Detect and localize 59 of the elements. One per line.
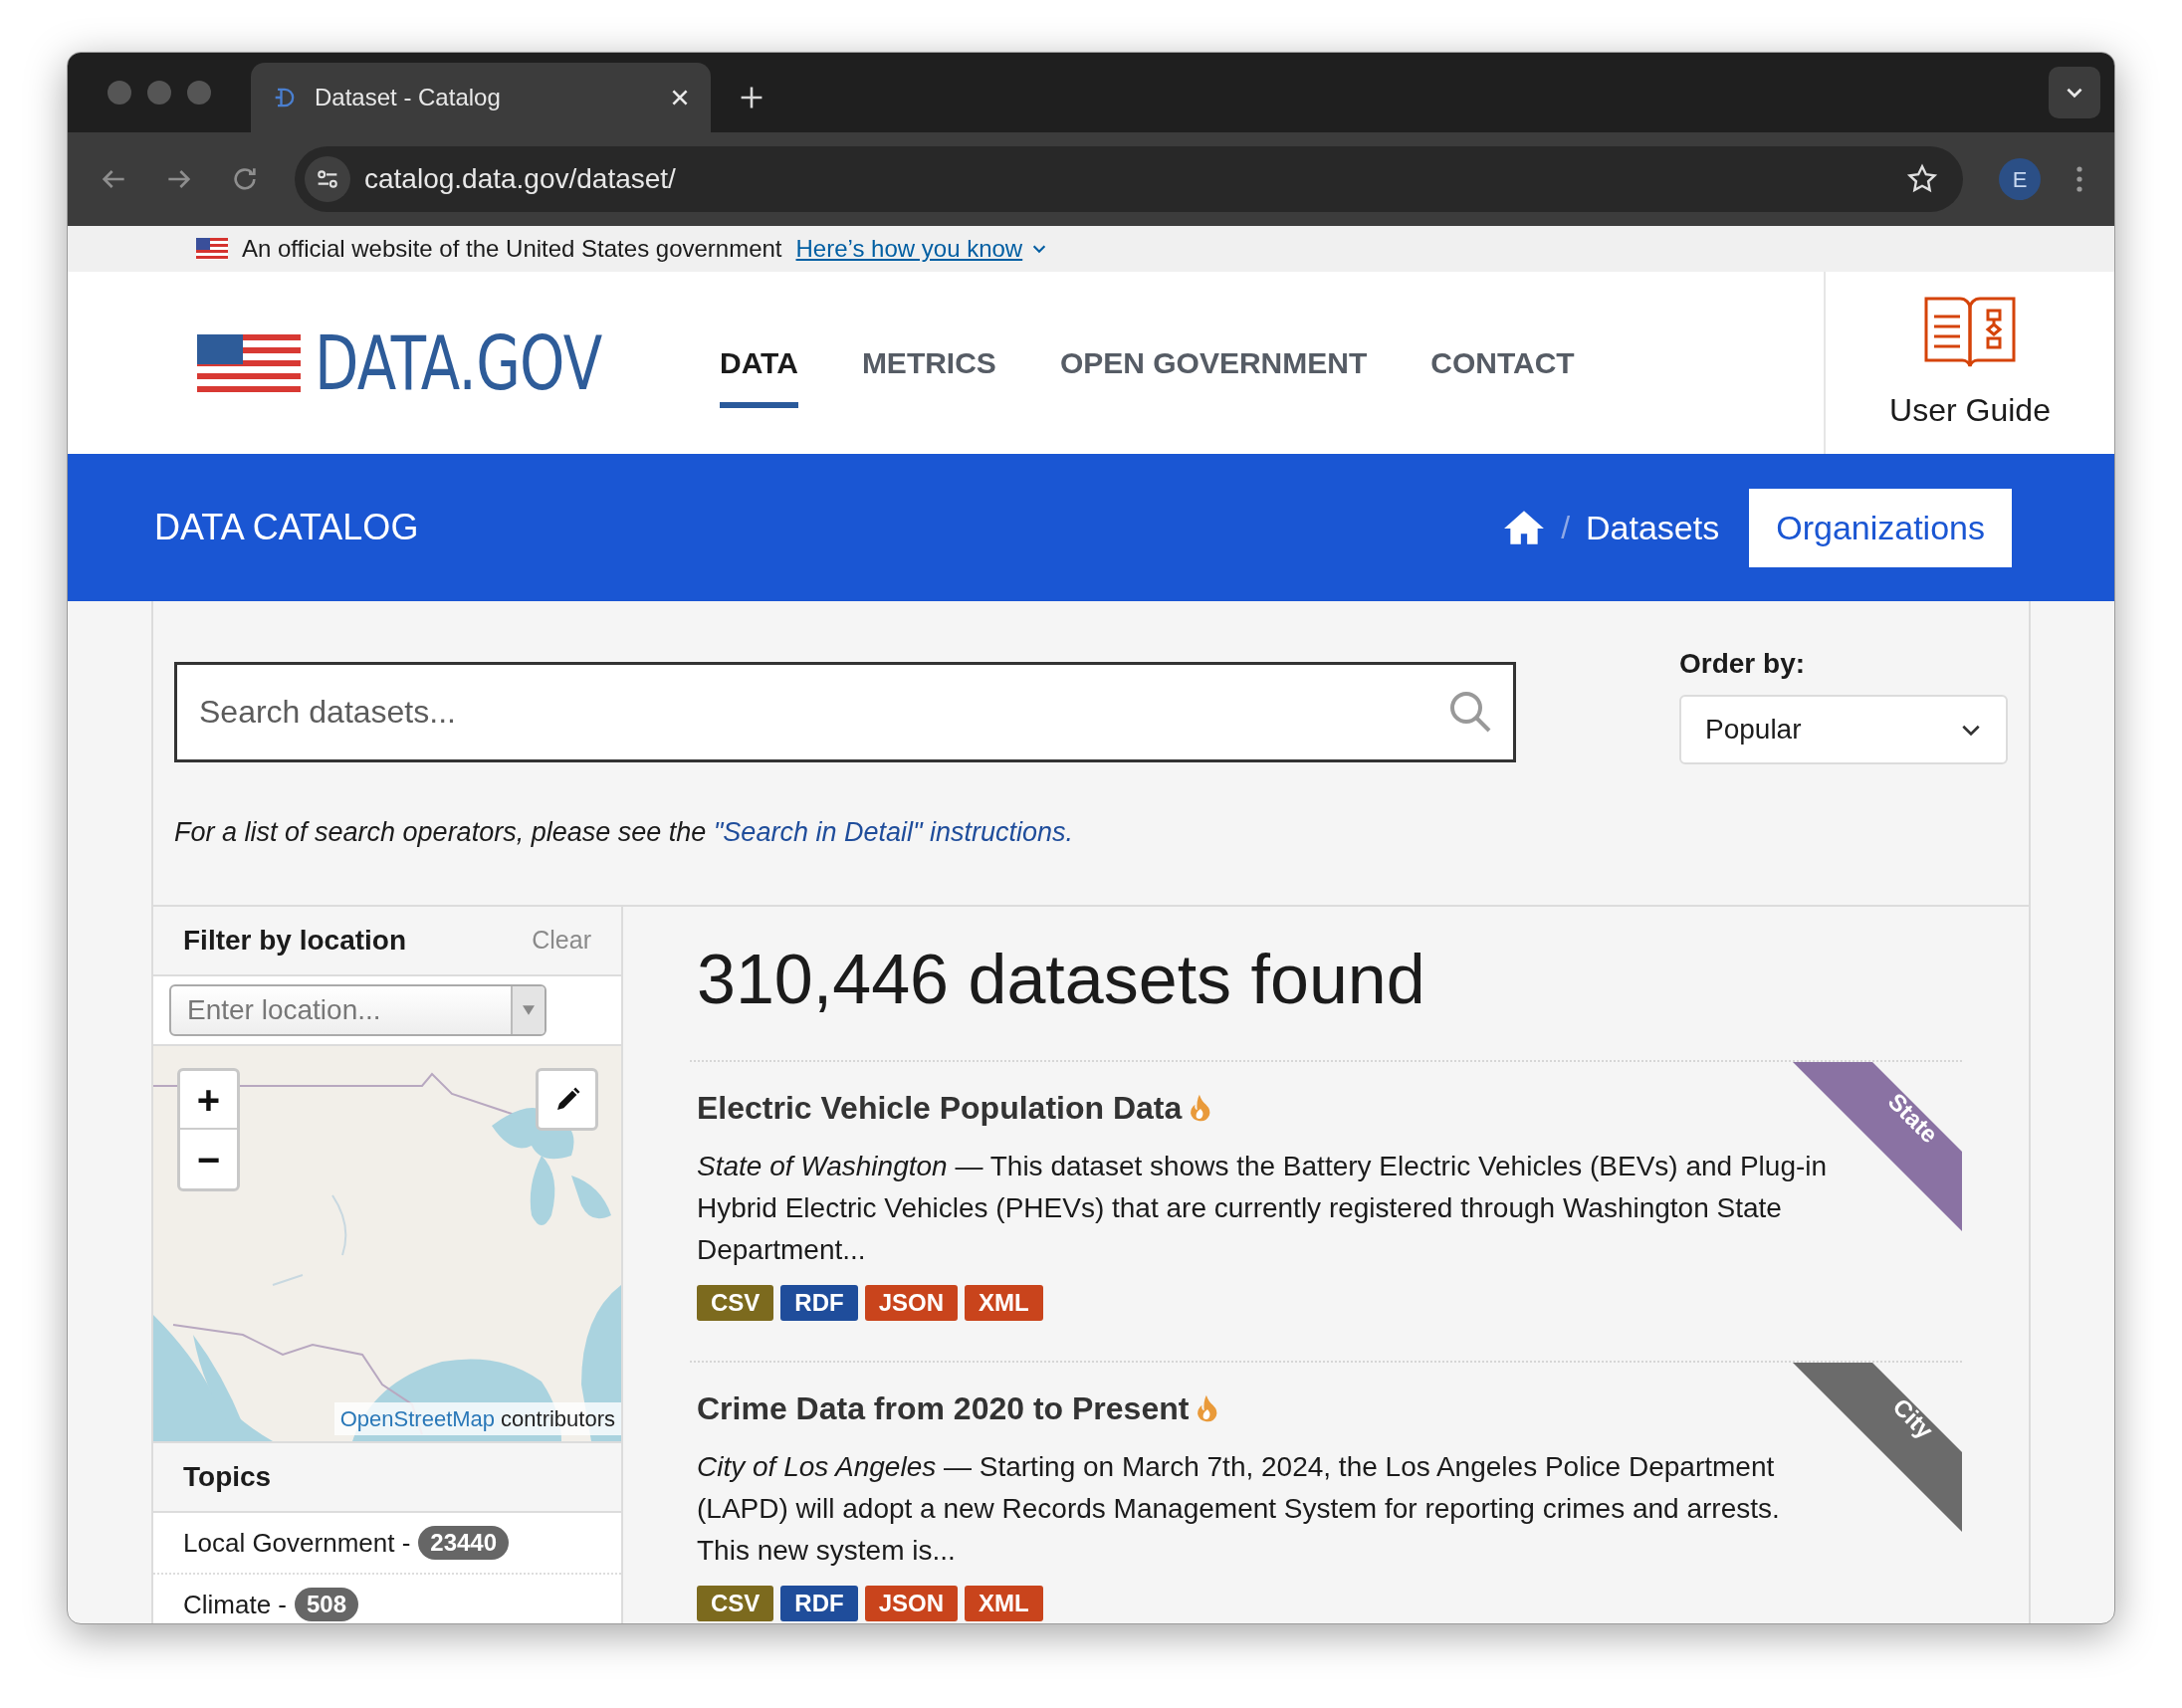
catalog-title: DATA CATALOG: [154, 506, 420, 549]
window-control-icon[interactable]: [147, 81, 171, 105]
zoom-in-button[interactable]: +: [180, 1071, 237, 1130]
dropdown-arrow-icon: [523, 1005, 535, 1015]
search-help-text: For a list of search operators, please see the "Search in Detail" instructions.: [153, 764, 2029, 907]
format-badge[interactable]: CSV: [697, 1586, 774, 1621]
format-badge[interactable]: CSV: [697, 1285, 774, 1321]
organizations-button[interactable]: Organizations: [1749, 488, 2012, 567]
dropdown-toggle[interactable]: [511, 986, 545, 1034]
topic-item[interactable]: Local Government - 23440: [153, 1513, 621, 1575]
search-icon[interactable]: [1448, 690, 1492, 734]
breadcrumb-link[interactable]: Datasets: [1586, 502, 1720, 553]
category-ribbon: City: [1793, 1363, 1962, 1532]
banner-text: An official website of the United States government: [242, 234, 782, 264]
nav-link[interactable]: OPEN GOVERNMENT: [1059, 272, 1368, 454]
browser-tab[interactable]: Dataset - Catalog: [251, 63, 711, 132]
profile-avatar[interactable]: E: [1999, 158, 2041, 200]
order-by-dropdown[interactable]: Popular: [1679, 695, 2008, 764]
format-badge[interactable]: JSON: [864, 1285, 959, 1321]
us-flag-icon: [196, 238, 228, 260]
search-in-detail-link[interactable]: "Search in Detail" instructions.: [713, 817, 1074, 847]
address-bar[interactable]: catalog.data.gov/dataset/: [295, 146, 1963, 212]
how-you-know-link[interactable]: Here’s how you know: [795, 231, 1049, 267]
filter-title: Filter by location: [183, 924, 407, 958]
format-badge[interactable]: JSON: [864, 1586, 959, 1621]
topic-item[interactable]: Climate - 508: [153, 1575, 621, 1623]
url-text: catalog.data.gov/dataset/: [364, 162, 677, 196]
location-input[interactable]: Enter location...: [169, 984, 546, 1036]
nav-link[interactable]: DATA: [720, 272, 798, 454]
openstreetmap-link[interactable]: OpenStreetMap: [339, 1402, 496, 1435]
window-control-icon[interactable]: [187, 81, 211, 105]
format-badge[interactable]: XML: [965, 1285, 1043, 1321]
zoom-out-button[interactable]: −: [180, 1130, 237, 1188]
site-logo[interactable]: DATA.GOV: [315, 325, 602, 400]
format-badge[interactable]: RDF: [780, 1285, 858, 1321]
dataset-title-link[interactable]: Crime Data from 2020 to Present: [697, 1385, 1190, 1432]
count-badge: 23440: [418, 1526, 510, 1560]
us-flag-logo-icon: [197, 333, 301, 392]
draw-button[interactable]: [536, 1068, 598, 1131]
attribution-text: contributors: [501, 1405, 615, 1433]
home-icon[interactable]: [1503, 509, 1546, 546]
count-badge: 508: [295, 1588, 359, 1621]
nav-link[interactable]: CONTACT: [1430, 272, 1575, 454]
nav-link[interactable]: METRICS: [861, 272, 996, 454]
format-badge[interactable]: XML: [965, 1586, 1043, 1621]
tab-list-button[interactable]: [2049, 67, 2100, 118]
new-tab-icon[interactable]: [739, 85, 764, 110]
tab-title: Dataset - Catalog: [315, 83, 502, 112]
breadcrumb-separator: /: [1561, 509, 1571, 547]
window-control-icon[interactable]: [108, 81, 131, 105]
more-menu-icon[interactable]: [2074, 164, 2084, 194]
dataset-title-link[interactable]: Electric Vehicle Population Data: [697, 1084, 1183, 1132]
topics-title: Topics: [183, 1460, 272, 1494]
results-heading: 310,446 datasets found: [696, 940, 1426, 1020]
site-settings-button[interactable]: [305, 156, 350, 202]
order-by-label: Order by:: [1679, 647, 1807, 681]
format-badge[interactable]: RDF: [780, 1586, 858, 1621]
dataset-description: City of Los Angeles — Starting on March 7th, 2024, the Los Angeles Police Department (LAPD) will adopt a new Records Management System for reporting crimes and arrests. This new system is...: [697, 1450, 1781, 1568]
search-field[interactable]: Search datasets...: [174, 662, 1516, 762]
